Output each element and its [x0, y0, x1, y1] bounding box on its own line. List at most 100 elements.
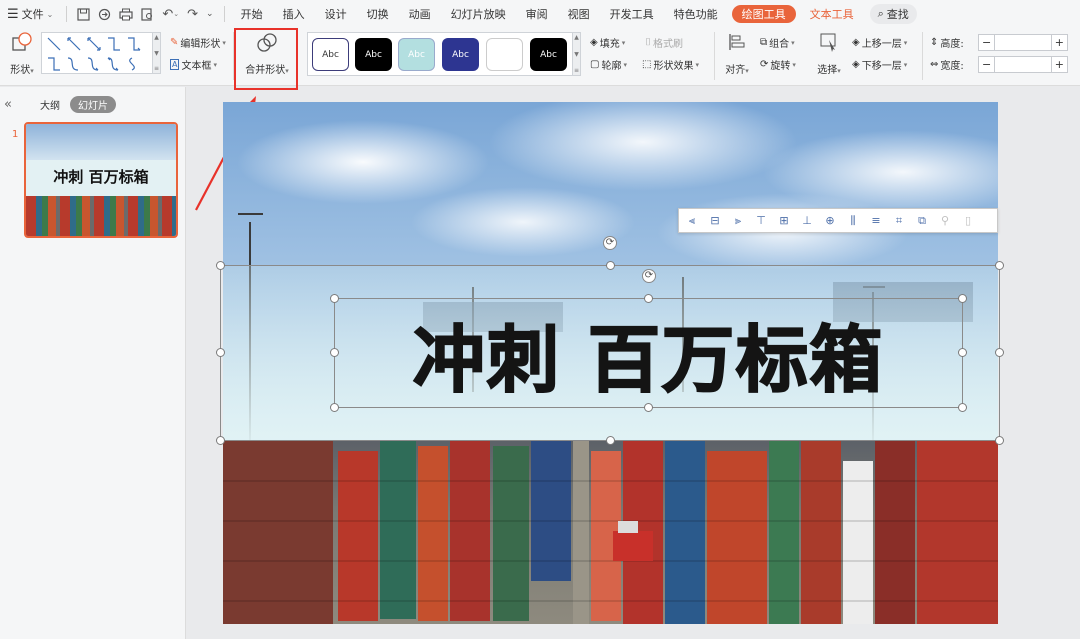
tab-review[interactable]: 审阅 [516, 0, 558, 28]
tab-drawing-tools[interactable]: 绘图工具 [731, 5, 796, 23]
resize-handle[interactable] [606, 436, 615, 445]
shape-button[interactable]: 形状▾ [6, 32, 38, 76]
height-field[interactable]: − + [978, 34, 1068, 51]
save-icon[interactable] [73, 0, 94, 28]
more-chevron-icon[interactable]: ⌄ [202, 0, 218, 28]
tab-animations[interactable]: 动画 [399, 0, 441, 28]
gallery-scroll[interactable]: ▲ ▼ ≡ [153, 32, 161, 74]
style-swatch[interactable]: Abc [486, 38, 523, 71]
rotate-handle-icon[interactable]: ⟳ [642, 269, 656, 283]
increase-icon[interactable]: + [1055, 36, 1064, 49]
style-swatch[interactable]: Abc [398, 38, 435, 71]
outline-label: 轮廓 [601, 61, 622, 72]
fill-label: 填充 [599, 39, 620, 50]
more-icon: ▯ [964, 214, 972, 227]
redo-icon[interactable]: ↷ [183, 0, 202, 28]
style-swatch[interactable]: Abc [442, 38, 479, 71]
outline-button[interactable]: ▢ 轮廓 ▾ [590, 57, 627, 72]
decrease-icon[interactable]: − [982, 58, 991, 71]
resize-handle[interactable] [216, 348, 225, 357]
style-swatch[interactable]: Abc [530, 38, 567, 71]
resize-handle[interactable] [995, 348, 1004, 357]
crop-icon[interactable]: ⌗ [890, 212, 908, 230]
group-icon: ⧉ [760, 37, 768, 48]
resize-handle[interactable] [606, 261, 615, 270]
print-preview-icon[interactable] [137, 0, 158, 28]
tab-transitions[interactable]: 切换 [357, 0, 399, 28]
format-painter-button[interactable]: ⌷ 格式刷 [645, 35, 683, 50]
edit-shape-button[interactable]: ✎ 编辑形状 ▾ [170, 35, 226, 50]
align-middle-icon[interactable]: ⊞ [775, 212, 793, 230]
align-left-icon[interactable]: ⫷ [683, 212, 701, 230]
align-right-icon[interactable]: ⫸ [729, 212, 747, 230]
select-button[interactable]: 选择▾ [814, 32, 844, 76]
group-button[interactable]: ⧉ 组合 ▾ [760, 35, 795, 50]
edit-shape-label: 编辑形状 [180, 39, 221, 50]
print-icon[interactable] [115, 0, 137, 28]
fill-button[interactable]: ◈ 填充 ▾ [590, 35, 625, 50]
container-yard [223, 441, 998, 624]
shape-icon [12, 32, 32, 51]
style-swatch[interactable]: Abc [312, 38, 349, 71]
bring-forward-button[interactable]: ◈ 上移一层 ▾ [852, 35, 907, 50]
resize-handle[interactable] [995, 261, 1004, 270]
styles-scroll[interactable]: ▲ ▼ ≡ [573, 32, 581, 76]
group-icon[interactable]: ⧉ [913, 212, 931, 230]
width-value[interactable] [994, 57, 1052, 72]
file-menu[interactable]: ☰ 文件 ⌄ [0, 0, 60, 28]
distribute-vertical-icon[interactable]: ≡ [867, 212, 885, 230]
align-center-icon[interactable]: ⊟ [706, 212, 724, 230]
shape-effects-label: 形状效果 [653, 61, 694, 72]
rotate-button[interactable]: ⟳ 旋转 ▾ [760, 57, 796, 72]
text-box-button[interactable]: A 文本框 ▾ [170, 57, 217, 72]
tab-outline[interactable]: 大纲 [32, 96, 68, 113]
resize-handle[interactable] [995, 436, 1004, 445]
tab-developer[interactable]: 开发工具 [600, 0, 664, 28]
thumb-port [26, 196, 176, 236]
shape-effects-icon: ⬚ [642, 59, 652, 70]
shape-effects-button[interactable]: ⬚ 形状效果 ▾ [642, 57, 699, 72]
shape-styles-gallery[interactable]: Abc Abc Abc Abc Abc Abc [307, 32, 573, 76]
tab-home[interactable]: 开始 [231, 0, 273, 28]
tab-view[interactable]: 视图 [558, 0, 600, 28]
slide-panel: « 大纲 幻灯片 1 冲刺 百万标箱 [0, 87, 186, 639]
align-bottom-icon[interactable]: ⊥ [798, 212, 816, 230]
collapse-panel-icon[interactable]: « [4, 97, 12, 112]
rotate-handle-icon[interactable]: ⟳ [603, 236, 617, 250]
tab-slides[interactable]: 幻灯片 [69, 95, 116, 113]
group-label: 组合 [769, 39, 790, 50]
tab-slideshow[interactable]: 幻灯片放映 [441, 0, 516, 28]
search-box[interactable]: ⌕ 查找 [869, 4, 917, 24]
style-swatch[interactable]: Abc [355, 38, 392, 71]
menu-bar: ☰ 文件 ⌄ ↶ ⌄ ↷ ⌄ 开始 插入 设计 切换 动画 幻灯片放映 审阅 视图… [0, 0, 1080, 28]
align-top-icon[interactable]: ⊤ [752, 212, 770, 230]
resize-handle[interactable] [216, 436, 225, 445]
line-shapes-gallery[interactable] [41, 32, 153, 74]
slide-thumbnail[interactable]: 冲刺 百万标箱 [24, 122, 178, 238]
rotate-label: 旋转 [770, 61, 791, 72]
distribute-horizontal-icon[interactable]: ⫼ [844, 212, 862, 230]
tab-design[interactable]: 设计 [315, 0, 357, 28]
increase-icon[interactable]: + [1055, 58, 1064, 71]
search-label: 查找 [886, 8, 909, 21]
align-button[interactable]: 对齐▾ [722, 32, 752, 76]
decrease-icon[interactable]: − [982, 36, 991, 49]
slide-title[interactable]: 冲刺 百万标箱 [334, 298, 963, 408]
tab-insert[interactable]: 插入 [273, 0, 315, 28]
send-backward-button[interactable]: ◈ 下移一层 ▾ [852, 57, 907, 72]
format-painter-icon: ⌷ [645, 37, 651, 48]
resize-handle[interactable] [216, 261, 225, 270]
file-menu-label: 文件 [21, 8, 44, 21]
tab-text-tools[interactable]: 文本工具 [800, 0, 864, 28]
rotate-icon: ⟳ [760, 59, 769, 70]
align-label: 对齐 [725, 65, 746, 76]
width-icon: ⇔ [930, 59, 939, 70]
export-icon[interactable] [94, 0, 115, 28]
center-both-icon[interactable]: ⊕ [821, 212, 839, 230]
width-field[interactable]: − + [978, 56, 1068, 73]
undo-icon[interactable]: ↶ ⌄ [158, 0, 183, 28]
bring-forward-label: 上移一层 [861, 39, 902, 50]
tab-special-features[interactable]: 特色功能 [664, 0, 728, 28]
select-cursor-icon [820, 33, 836, 52]
height-value[interactable] [994, 35, 1052, 50]
